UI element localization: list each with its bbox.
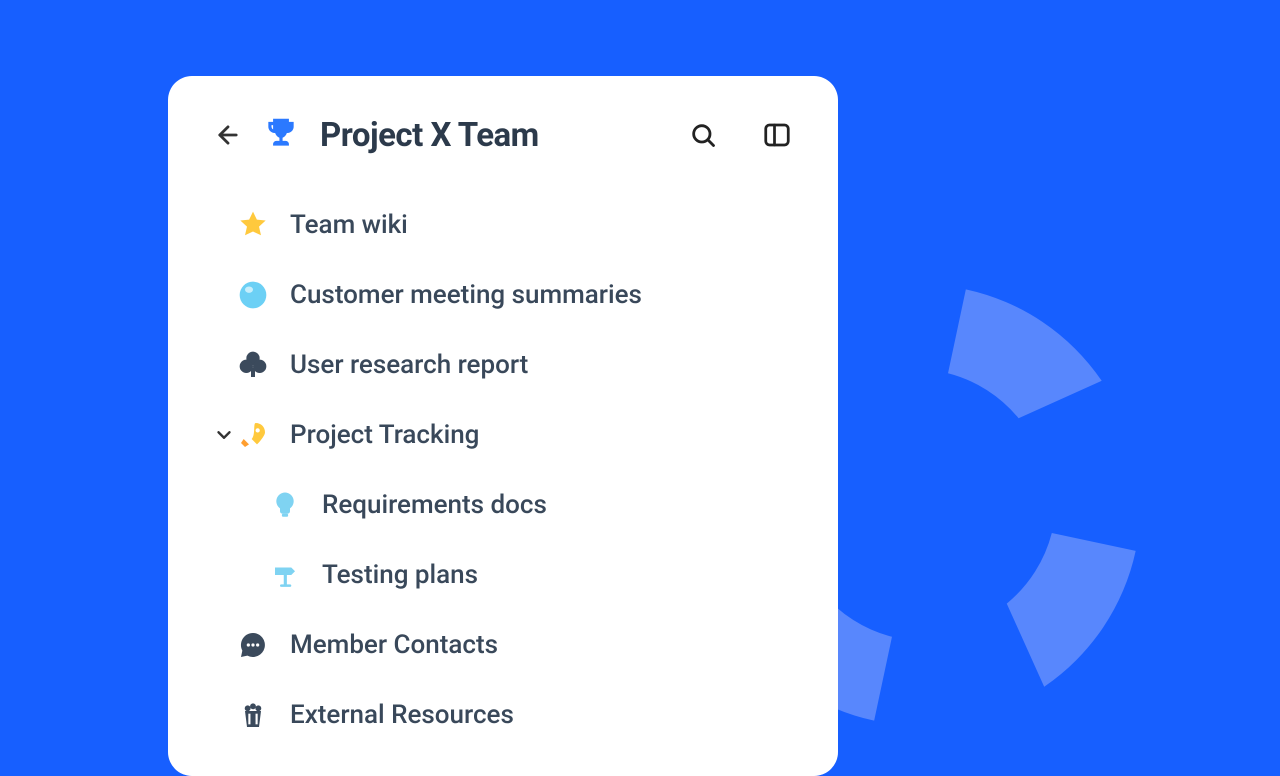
nav-item-label: Customer meeting summaries — [290, 280, 642, 310]
rocket-icon — [236, 418, 270, 452]
panel-header: Project X Team — [168, 96, 838, 190]
bubble-icon — [236, 278, 270, 312]
chat-icon — [236, 628, 270, 662]
popcorn-icon — [236, 698, 270, 732]
nav-item-member-contacts[interactable]: Member Contacts — [168, 610, 838, 680]
nav-item-label: User research report — [290, 350, 528, 380]
search-button[interactable] — [686, 118, 720, 152]
nav-item-label: External Resources — [290, 700, 514, 730]
nav-item-external-resources[interactable]: External Resources — [168, 680, 838, 750]
nav-item-project-tracking[interactable]: Project Tracking — [168, 400, 838, 470]
nav-item-user-research-report[interactable]: User research report — [168, 330, 838, 400]
nav-item-label: Requirements docs — [322, 490, 547, 520]
search-icon — [689, 121, 717, 149]
signpost-icon — [268, 558, 302, 592]
nav-list: Team wiki Customer meeting summaries Use… — [168, 190, 838, 750]
layout-toggle-button[interactable] — [760, 118, 794, 152]
back-button[interactable] — [212, 119, 244, 151]
sidebar-layout-icon — [762, 120, 792, 150]
nav-item-testing-plans[interactable]: Testing plans — [168, 540, 838, 610]
nav-item-team-wiki[interactable]: Team wiki — [168, 190, 838, 260]
nav-item-label: Member Contacts — [290, 630, 498, 660]
nav-item-requirements-docs[interactable]: Requirements docs — [168, 470, 838, 540]
sidebar-panel: Project X Team Team wiki Customer meetin… — [168, 76, 838, 776]
nav-item-customer-meeting-summaries[interactable]: Customer meeting summaries — [168, 260, 838, 330]
nav-item-label: Project Tracking — [290, 420, 479, 450]
nav-item-label: Team wiki — [290, 210, 408, 240]
expand-toggle[interactable] — [212, 424, 236, 446]
nav-item-label: Testing plans — [322, 560, 478, 590]
trophy-icon — [262, 114, 300, 156]
bulb-icon — [268, 488, 302, 522]
chevron-down-icon — [213, 424, 235, 446]
arrow-left-icon — [214, 121, 242, 149]
page-title: Project X Team — [320, 116, 539, 155]
star-icon — [236, 208, 270, 242]
club-icon — [236, 348, 270, 382]
